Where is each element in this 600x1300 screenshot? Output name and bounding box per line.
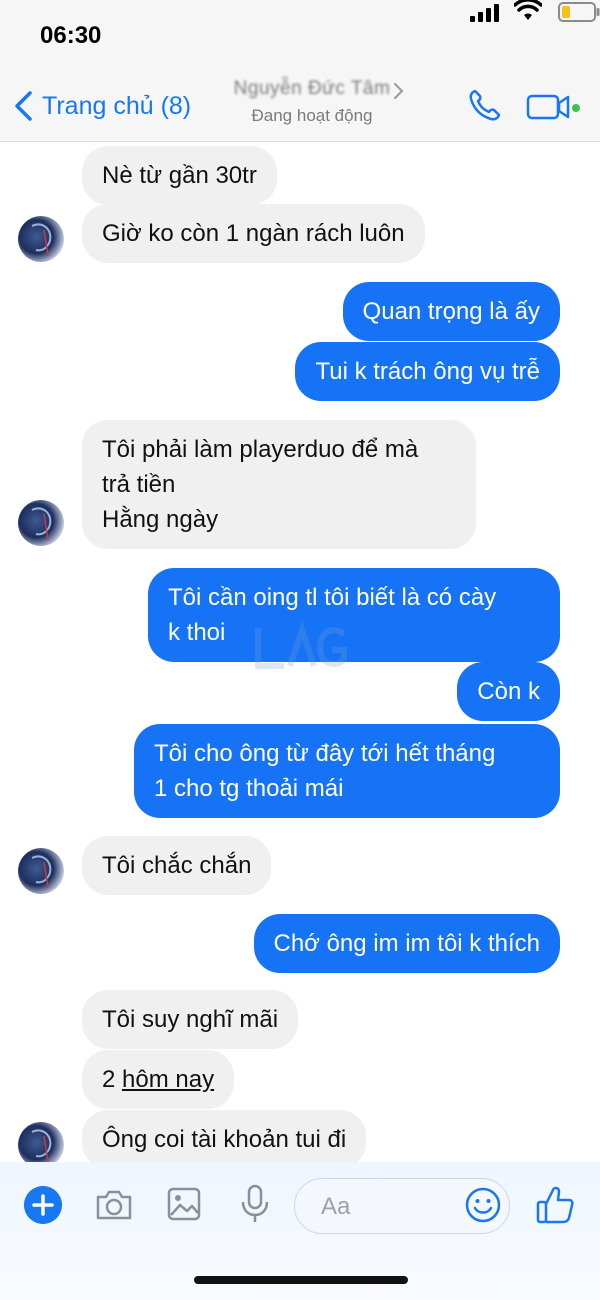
avatar[interactable] <box>18 216 64 262</box>
status-time: 06:30 <box>40 22 102 49</box>
avatar-image <box>31 507 52 541</box>
avatar[interactable] <box>18 500 64 546</box>
message-text: Tôi suy nghĩ mãi <box>102 1006 279 1033</box>
message-input-placeholder: Aa <box>321 1193 351 1220</box>
message-text: Còn k <box>477 678 540 705</box>
avatar[interactable] <box>18 848 64 894</box>
status-bar: 06:30 <box>0 0 600 70</box>
message-line: Tôi cần oing tl tôi biết là có cày <box>168 584 497 611</box>
outgoing-message[interactable]: Tui k trách ông vụ trễ <box>295 342 560 401</box>
contact-status: Đang hoạt động <box>251 106 373 125</box>
message-text: Chớ ông im im tôi k thích <box>273 930 541 957</box>
outgoing-message[interactable]: Còn k <box>457 662 560 721</box>
avatar[interactable] <box>18 1122 64 1162</box>
avatar-image <box>31 223 52 257</box>
watermark-logo <box>255 620 347 669</box>
incoming-message[interactable]: Tôi chắc chắn <box>82 836 272 895</box>
message-line: Tôi phải làm playerduo để mà <box>102 436 419 463</box>
outgoing-message[interactable]: Chớ ông im im tôi k thích <box>253 914 560 973</box>
home-indicator[interactable] <box>194 1276 408 1284</box>
plus-icon[interactable] <box>24 1186 62 1224</box>
back-label: Trang chủ (8) <box>42 91 192 120</box>
message-line: Tôi cho ông từ đây tới hết tháng <box>154 740 496 767</box>
message-line: k thoi <box>168 619 226 646</box>
battery-icon <box>558 2 600 22</box>
incoming-message[interactable]: Tôi suy nghĩ mãi <box>82 990 299 1049</box>
chat-header: Trang chủ (8) Nguyễn Đức Tâm Đang hoạt đ… <box>0 70 600 142</box>
outgoing-message[interactable]: Tôi cho ông từ đây tới hết tháng 1 cho t… <box>134 724 560 818</box>
video-call-icon[interactable] <box>526 92 582 122</box>
incoming-message[interactable]: Tôi phải làm playerduo để mà trả tiền Hằ… <box>82 420 476 549</box>
message-text: Ông coi tài khoản tui đi <box>102 1126 347 1153</box>
image-gallery-icon[interactable] <box>166 1186 202 1222</box>
outgoing-message[interactable]: Quan trọng là ấy <box>342 282 560 341</box>
incoming-message[interactable]: Giờ ko còn 1 ngàn rách luôn <box>82 204 425 263</box>
message-text: Giờ ko còn 1 ngàn rách luôn <box>102 220 405 247</box>
message-text: Nè từ gần 30tr <box>102 162 257 189</box>
contact-name: Nguyễn Đức Tâm <box>233 78 391 99</box>
contact-info[interactable]: Nguyễn Đức Tâm Đang hoạt động <box>222 78 404 126</box>
chevron-left-icon <box>15 91 32 121</box>
avatar-image <box>31 1129 52 1162</box>
thumbs-up-icon[interactable] <box>536 1184 574 1224</box>
phone-call-icon[interactable] <box>466 88 502 124</box>
wifi-icon <box>514 0 542 20</box>
message-text: Quan trọng là ấy <box>362 298 540 325</box>
emoji-icon[interactable] <box>464 1186 502 1224</box>
incoming-message[interactable]: 2 hôm nay <box>82 1050 235 1109</box>
camera-icon[interactable] <box>94 1188 134 1222</box>
message-line: Hằng ngày <box>102 506 219 533</box>
incoming-message[interactable]: Nè từ gần 30tr <box>82 146 277 205</box>
message-text: Tui k trách ông vụ trễ <box>315 358 540 385</box>
message-line: 1 cho tg thoải mái <box>154 775 344 802</box>
avatar-image <box>31 855 52 889</box>
back-button[interactable]: Trang chủ (8) <box>12 84 191 128</box>
message-text: 2 <box>102 1066 123 1093</box>
outgoing-message[interactable]: Tôi cần oing tl tôi biết là có cày k tho… <box>148 568 560 662</box>
message-line: trả tiền <box>102 471 176 498</box>
message-text: Tôi chắc chắn <box>102 852 252 879</box>
incoming-message[interactable]: Ông coi tài khoản tui đi <box>82 1110 367 1162</box>
chevron-right-icon <box>394 83 404 99</box>
message-link-text[interactable]: hôm nay <box>122 1066 214 1093</box>
microphone-icon[interactable] <box>240 1184 270 1224</box>
cellular-signal-icon <box>470 4 499 22</box>
